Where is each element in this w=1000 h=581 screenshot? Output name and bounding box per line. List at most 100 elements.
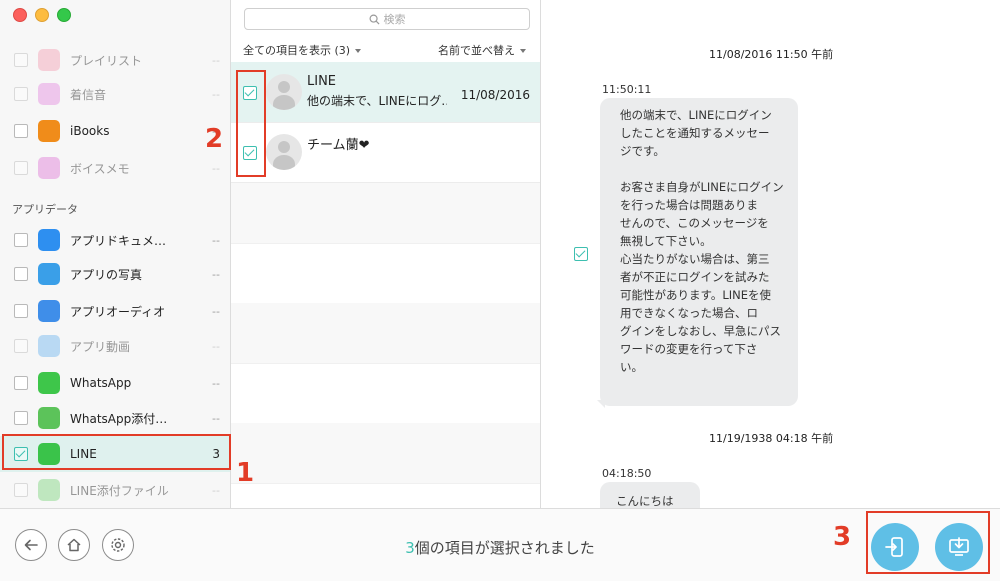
sidebar-item-label: アプリオーディオ [70, 304, 166, 319]
speaker-icon [38, 300, 60, 322]
zoom-window-button[interactable] [57, 8, 71, 22]
avatar [266, 74, 302, 110]
sidebar-item-count: -- [212, 267, 220, 281]
message-bubble: 他の端末で、LINEにログイン したことを通知するメッセー ジです。 お客さま自… [600, 98, 798, 406]
sidebar-item-count: -- [212, 53, 220, 67]
sidebar-item[interactable]: LINE 3 [0, 436, 230, 472]
sidebar-item-label: iBooks [70, 124, 110, 138]
sidebar-item-checkbox[interactable] [14, 124, 28, 138]
sidebar-item-count: -- [212, 411, 220, 425]
empty-row [231, 423, 540, 484]
bell-icon [38, 83, 60, 105]
sidebar-item-checkbox[interactable] [14, 339, 28, 353]
photo-icon [38, 263, 60, 285]
conversation-date: 11/08/2016 11:50 午前 [709, 48, 834, 61]
conversation-date: 11/19/1938 04:18 午前 [709, 432, 834, 445]
message-bubble: こんにちは [600, 482, 700, 508]
sidebar-item-label: WhatsApp添付… [70, 411, 168, 426]
whatsapp-icon [38, 372, 60, 394]
sidebar-item[interactable]: アプリの写真 -- [0, 256, 230, 292]
list-item[interactable]: チーム蘭❤ [231, 122, 540, 183]
annotation-number-3: 3 [833, 522, 852, 552]
sidebar-item-checkbox[interactable] [14, 87, 28, 101]
sidebar-item[interactable]: アプリオーディオ -- [0, 293, 230, 329]
sidebar-item-label: アプリドキュメ… [70, 233, 167, 248]
sidebar-item-label: ボイスメモ [70, 161, 130, 176]
row-checkbox[interactable] [243, 86, 257, 100]
sidebar-item-count: -- [212, 339, 220, 353]
annotation-number-1: 1 [236, 458, 255, 488]
microphone-icon [38, 157, 60, 179]
app-window: プレイリスト -- 着信音 -- iBooks -- ボイスメモ -- アプリデータ アプリドキュ… [0, 0, 1000, 581]
close-window-button[interactable] [13, 8, 27, 22]
playlist-icon [38, 49, 60, 71]
contact-name: チーム蘭❤ [307, 138, 370, 153]
download-to-computer-icon [949, 537, 969, 556]
selected-text: 個の項目が選択されました [414, 539, 595, 557]
sidebar-item-label: 着信音 [70, 87, 107, 102]
sidebar-item[interactable]: アプリ動画 -- [0, 328, 230, 364]
empty-row [231, 303, 540, 364]
sidebar: プレイリスト -- 着信音 -- iBooks -- ボイスメモ -- アプリデータ アプリドキュ… [0, 0, 231, 508]
search-input[interactable]: 検索 [244, 8, 530, 30]
sidebar-item[interactable]: プレイリスト -- [0, 42, 230, 78]
filter-label: 全ての項目を表示 (3) [243, 44, 351, 57]
sort-label: 名前で並べ替え [438, 44, 515, 57]
sidebar-item-label: アプリ動画 [70, 339, 131, 354]
sidebar-item[interactable]: WhatsApp -- [0, 365, 230, 401]
sidebar-item-label: WhatsApp [70, 376, 132, 390]
selected-count: 3 [405, 539, 415, 557]
empty-row [231, 183, 540, 244]
sidebar-item-count: 3 [212, 447, 220, 461]
export-to-computer-button[interactable] [935, 523, 983, 571]
sidebar-item-checkbox[interactable] [14, 161, 28, 175]
sidebar-item[interactable]: ボイスメモ -- [0, 150, 230, 186]
filter-bar: 全ての項目を表示 (3) 名前で並べ替え [231, 36, 540, 60]
sidebar-item-checkbox[interactable] [14, 304, 28, 318]
message-time: 04:18:50 [602, 467, 652, 480]
sidebar-item[interactable]: WhatsApp添付… -- [0, 400, 230, 436]
sidebar-item-count: -- [212, 483, 220, 497]
empty-row [231, 243, 540, 304]
sidebar-item-checkbox[interactable] [14, 267, 28, 281]
sidebar-item-count: -- [212, 87, 220, 101]
sidebar-item-label: プレイリスト [70, 53, 143, 68]
empty-row [231, 363, 540, 424]
chevron-down-icon [520, 49, 526, 53]
sidebar-item[interactable]: アプリドキュメ… -- [0, 222, 230, 258]
sidebar-item[interactable]: iBooks -- [0, 113, 230, 149]
line-attach-icon [38, 479, 60, 501]
ibooks-icon [38, 120, 60, 142]
bubble-tail [597, 400, 605, 408]
filter-dropdown[interactable]: 全ての項目を表示 (3) [243, 42, 362, 58]
message-date: 11/08/2016 [460, 88, 530, 102]
sidebar-item-checkbox[interactable] [14, 411, 28, 425]
transfer-to-device-button[interactable] [871, 523, 919, 571]
sidebar-item-count: -- [212, 233, 220, 247]
list-item[interactable]: LINE 他の端末で、LINEにログ… 11/08/2016 [231, 62, 540, 123]
message-time: 11:50:11 [602, 83, 652, 96]
contact-name: LINE [307, 74, 337, 89]
sidebar-item-label: LINE添付ファイル [70, 483, 169, 498]
sort-dropdown[interactable]: 名前で並べ替え [438, 42, 526, 58]
sidebar-item-checkbox[interactable] [14, 483, 28, 497]
window-controls [13, 8, 71, 22]
sidebar-item[interactable]: LINE添付ファイル -- [0, 472, 230, 508]
search-icon [369, 14, 380, 25]
sidebar-item-checkbox[interactable] [14, 233, 28, 247]
row-checkbox[interactable] [243, 146, 257, 160]
whatsapp-attach-icon [38, 407, 60, 429]
search-placeholder: 検索 [383, 13, 406, 26]
message-preview: 他の端末で、LINEにログ… [307, 94, 447, 108]
sidebar-item-label: アプリの写真 [70, 267, 143, 282]
sidebar-item-checkbox[interactable] [14, 447, 28, 461]
sidebar-item-label: LINE [70, 447, 97, 461]
conversation-pane: 11/08/2016 11:50 午前 11:50:11 他の端末で、LINEに… [541, 0, 1000, 508]
sidebar-item-checkbox[interactable] [14, 53, 28, 67]
minimize-window-button[interactable] [35, 8, 49, 22]
avatar [266, 134, 302, 170]
sidebar-item-checkbox[interactable] [14, 376, 28, 390]
line-icon [38, 443, 60, 465]
sidebar-item[interactable]: 着信音 -- [0, 76, 230, 112]
message-checkbox[interactable] [574, 247, 588, 261]
